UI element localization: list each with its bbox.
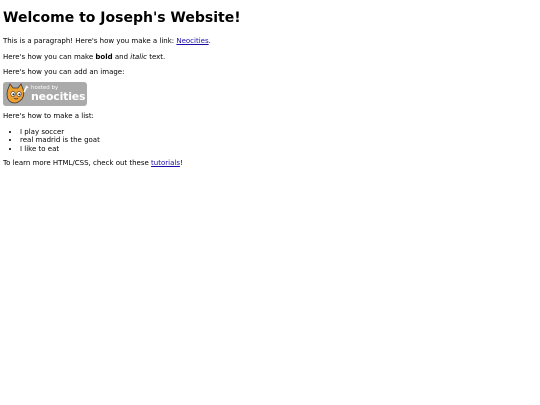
neocities-link[interactable]: Neocities [176,37,208,45]
hosted-by-neocities-badge[interactable]: hosted by neocities [3,82,87,107]
paragraph-link: This is a paragraph! Here's how you make… [3,37,537,46]
paragraph-list: Here's how to make a list: [3,112,94,121]
cat-mascot-icon [3,82,29,107]
paragraph-link-text: This is a paragraph! Here's how you make… [3,36,177,45]
formatting-text-end: text. [146,52,166,61]
formatting-text-start: Here's how you can make [3,52,96,61]
tutorials-text-start: To learn more HTML/CSS, check out these [3,158,152,167]
badge-neocities: neocities [31,90,86,104]
hobby-list: I play soccer real madrid is the goat I … [3,128,537,153]
tutorials-text-end: ! [179,158,183,167]
italic-text: italic [130,52,147,61]
bold-text: bold [95,52,113,61]
list-item: real madrid is the goat [20,136,537,144]
page-title: Welcome to Joseph's Website! [3,10,241,26]
paragraph-formatting: Here's how you can make bold and italic … [3,53,537,62]
list-item: I like to eat [20,145,537,153]
list-item: I play soccer [20,128,537,136]
tutorials-link[interactable]: tutorials [151,159,180,167]
formatting-text-mid: and [112,52,131,61]
paragraph-link-end: . [208,36,211,45]
badge-text: hosted by neocities [31,85,86,104]
paragraph-tutorials: To learn more HTML/CSS, check out these … [3,159,537,168]
paragraph-image: Here's how you can add an image: [3,68,125,77]
